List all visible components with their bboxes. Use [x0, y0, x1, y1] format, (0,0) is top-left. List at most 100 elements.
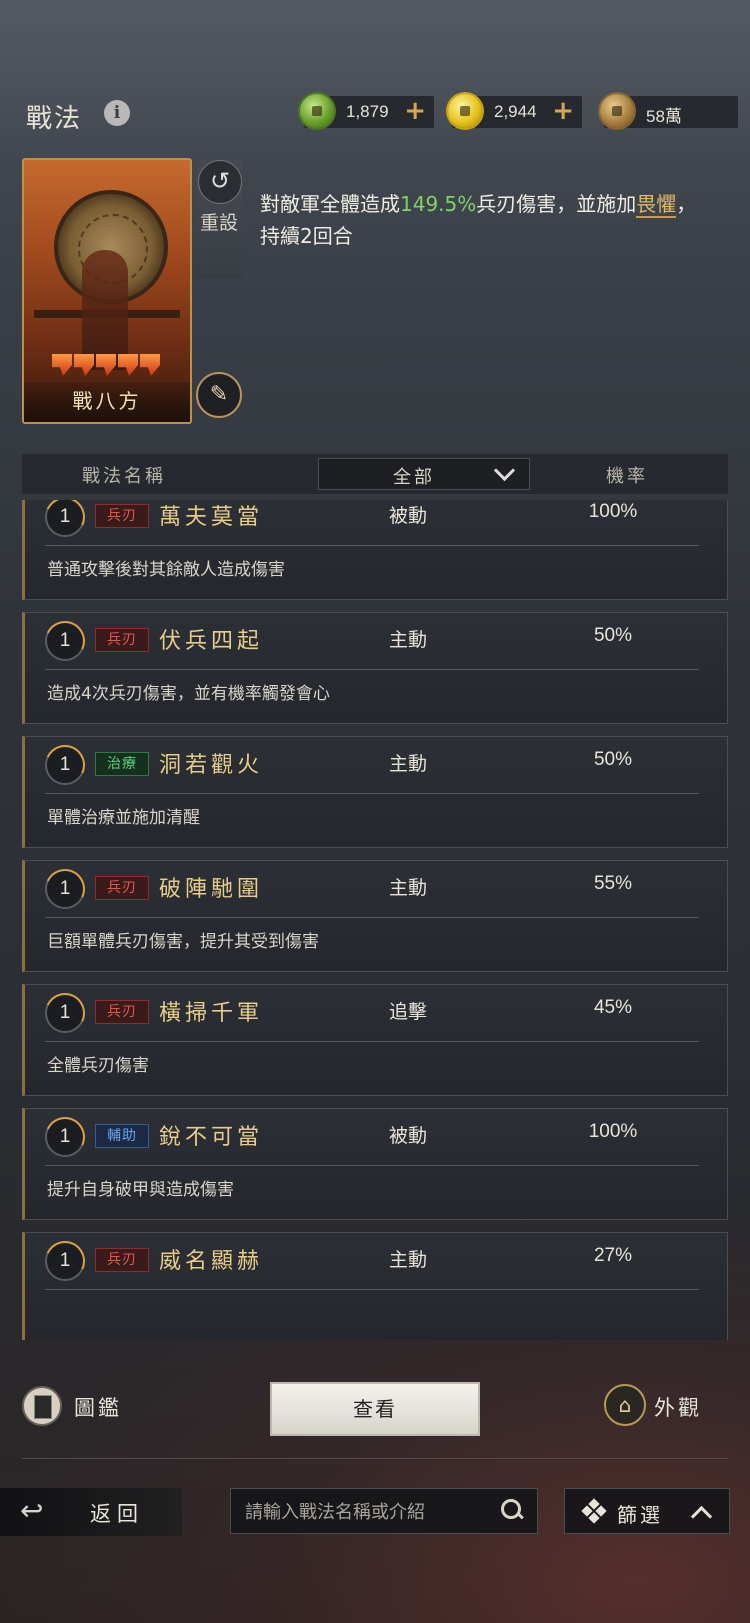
skill-rate: 100%: [588, 1121, 638, 1142]
catalog-label[interactable]: 圖鑑: [74, 1392, 122, 1422]
filter-button[interactable]: 篩選: [564, 1488, 730, 1534]
column-name-header: 戰法名稱: [82, 466, 166, 487]
appearance-icon[interactable]: ⌂: [604, 1384, 646, 1426]
gold-coin-icon: [448, 94, 482, 128]
warrior-illustration: [82, 250, 128, 370]
row-divider: [45, 1041, 699, 1042]
skill-type: 追擊: [389, 1001, 428, 1023]
reset-label: 重設: [199, 212, 238, 234]
row-divider: [45, 917, 699, 918]
filter-label: 篩選: [617, 1503, 663, 1527]
level-badge: 1: [45, 1117, 85, 1157]
skill-tag: 兵刃: [95, 628, 149, 652]
star-icon: [52, 354, 72, 376]
catalog-icon[interactable]: [22, 1386, 62, 1426]
row-divider: [45, 669, 699, 670]
skill-name: 橫掃千軍: [159, 1001, 264, 1026]
row-divider: [45, 793, 699, 794]
column-rate-header: 機率: [606, 466, 648, 487]
currency-copper-amount: 58萬: [646, 107, 682, 126]
brush-icon[interactable]: ✎: [196, 372, 242, 418]
damage-value: 149.5%: [400, 192, 477, 216]
filter-icon: [581, 1498, 607, 1524]
page-title: 戰法: [26, 104, 83, 134]
add-gold-button[interactable]: +: [552, 96, 574, 126]
back-button[interactable]: ↩ 返回: [0, 1488, 182, 1536]
skill-desc: 提升自身破甲與造成傷害: [47, 1180, 234, 1200]
reset-icon: ↺: [198, 160, 242, 204]
skill-tag: 治療: [95, 752, 149, 776]
skill-name: 萬夫莫當: [159, 505, 264, 530]
currency-jade: 1,879 +: [300, 94, 434, 128]
level-badge: 1: [45, 500, 85, 537]
skill-tag: 兵刃: [95, 504, 149, 528]
card-side-buttons: ↺ 重設 ✎: [196, 158, 242, 418]
divider: [22, 1458, 728, 1459]
keyword-fear[interactable]: 畏懼: [636, 192, 677, 218]
skill-card[interactable]: 戰八方: [22, 158, 192, 424]
skill-type: 主動: [389, 1249, 428, 1271]
chevron-up-icon: [691, 1503, 711, 1523]
copper-coin-icon: [600, 94, 634, 128]
skill-list-item[interactable]: 1 兵刃 威名顯赫 主動 27%: [22, 1232, 728, 1340]
skill-rate: 100%: [588, 501, 638, 522]
skill-tag: 輔助: [95, 1124, 149, 1148]
skill-name: 銳不可當: [159, 1125, 264, 1150]
info-icon[interactable]: i: [104, 100, 130, 126]
skill-list-item[interactable]: 1 兵刃 萬夫莫當 被動 100% 普通攻擊後對其餘敵人造成傷害: [22, 500, 728, 600]
skill-tag: 兵刃: [95, 1248, 149, 1272]
level-badge: 1: [45, 993, 85, 1033]
star-icon: [118, 354, 138, 376]
skill-desc: 全體兵刃傷害: [47, 1056, 149, 1076]
row-divider: [45, 1165, 699, 1166]
star-icon: [140, 354, 160, 376]
skill-desc: 單體治療並施加清醒: [47, 808, 200, 828]
skill-type: 主動: [389, 877, 428, 899]
skill-list-item[interactable]: 1 輔助 銳不可當 被動 100% 提升自身破甲與造成傷害: [22, 1108, 728, 1220]
reset-button[interactable]: ↺ 重設: [196, 158, 242, 278]
row-divider: [45, 545, 699, 546]
footer: ↩ 返回 篩選: [0, 1484, 750, 1540]
level-badge: 1: [45, 1241, 85, 1281]
skill-list-item[interactable]: 1 兵刃 伏兵四起 主動 50% 造成4次兵刃傷害，並有機率觸發會心: [22, 612, 728, 724]
currency-copper: 58萬: [600, 94, 738, 128]
skill-desc: 巨額單體兵刃傷害，提升其受到傷害: [47, 932, 319, 952]
skill-list[interactable]: 1 兵刃 萬夫莫當 被動 100% 普通攻擊後對其餘敵人造成傷害 1 兵刃 伏兵四起 主動 50% 造…: [22, 500, 728, 1340]
search-input[interactable]: [243, 1497, 487, 1527]
search-icon[interactable]: [501, 1499, 523, 1521]
type-filter-dropdown[interactable]: 全部: [318, 458, 530, 490]
list-header: 戰法名稱 全部 機率: [22, 454, 728, 494]
skill-rate: 27%: [593, 1245, 633, 1266]
skill-rate: 45%: [593, 997, 633, 1018]
appearance-label[interactable]: 外觀: [654, 1392, 702, 1422]
skill-list-item[interactable]: 1 兵刃 橫掃千軍 追擊 45% 全體兵刃傷害: [22, 984, 728, 1096]
add-jade-button[interactable]: +: [404, 96, 426, 126]
level-badge: 1: [45, 621, 85, 661]
skill-list-item[interactable]: 1 兵刃 破陣馳圍 主動 55% 巨額單體兵刃傷害，提升其受到傷害: [22, 860, 728, 972]
skill-type: 主動: [389, 753, 428, 775]
skill-desc: 普通攻擊後對其餘敵人造成傷害: [47, 560, 285, 580]
skill-rate: 50%: [593, 625, 633, 646]
level-badge: 1: [45, 869, 85, 909]
filter-value: 全部: [393, 467, 435, 488]
skill-type: 被動: [389, 1125, 428, 1147]
star-icon: [96, 354, 116, 376]
star-icon: [74, 354, 94, 376]
skill-card-name: 戰八方: [72, 389, 142, 413]
back-label: 返回: [90, 1502, 144, 1526]
row-divider: [45, 1289, 699, 1290]
skill-tag: 兵刃: [95, 1000, 149, 1024]
skill-rate: 55%: [593, 873, 633, 894]
skill-tag: 兵刃: [95, 876, 149, 900]
back-arrow-icon: ↩: [20, 1494, 44, 1527]
currency-gold: 2,944 +: [448, 94, 582, 128]
skill-type: 主動: [389, 629, 428, 651]
search-box: [230, 1488, 538, 1534]
skill-name: 洞若觀火: [159, 753, 264, 778]
jade-coin-icon: [300, 94, 334, 128]
top-header: 戰法 i 1,879 + 2,944 + 58萬: [0, 92, 750, 142]
view-button[interactable]: 查看: [270, 1382, 480, 1436]
currency-jade-amount: 1,879: [346, 102, 389, 121]
skill-type: 被動: [389, 505, 428, 527]
skill-list-item[interactable]: 1 治療 洞若觀火 主動 50% 單體治療並施加清醒: [22, 736, 728, 848]
